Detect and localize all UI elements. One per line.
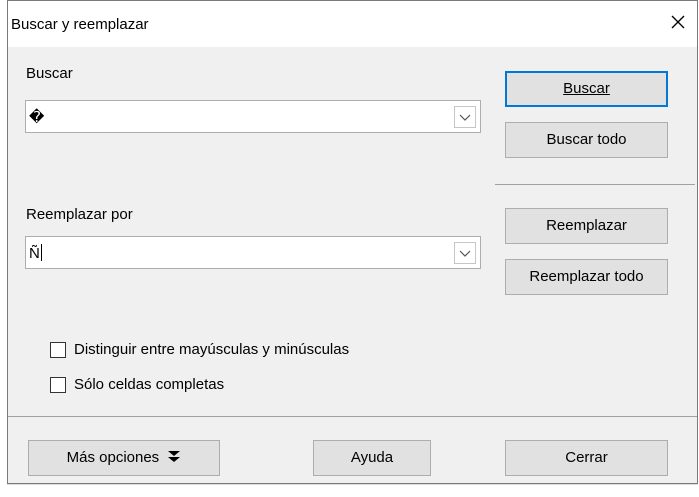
replace-button-label: Reemplazar bbox=[546, 217, 627, 234]
background-spreadsheet-edge bbox=[7, 484, 698, 497]
find-button[interactable]: Buscar bbox=[505, 71, 668, 107]
chevron-down-icon[interactable] bbox=[454, 106, 476, 128]
help-button[interactable]: Ayuda bbox=[313, 440, 431, 476]
more-options-label: Más opciones bbox=[66, 449, 160, 466]
chevron-down-icon[interactable] bbox=[454, 242, 476, 264]
whole-cells-checkbox[interactable] bbox=[50, 377, 66, 393]
find-button-label: Buscar bbox=[563, 80, 610, 97]
replace-combobox[interactable]: Ñ bbox=[25, 236, 481, 269]
find-input-value[interactable]: � bbox=[29, 108, 44, 126]
close-icon[interactable] bbox=[667, 11, 689, 33]
help-button-label: Ayuda bbox=[350, 449, 394, 466]
replace-input-value[interactable]: Ñ bbox=[29, 244, 42, 262]
replace-label: Reemplazar por bbox=[26, 206, 133, 223]
replace-all-button[interactable]: Reemplazar todo bbox=[505, 259, 668, 295]
find-replace-dialog: Buscar y reemplazar Buscar � Buscar Busc… bbox=[7, 0, 698, 484]
replace-value-text: Ñ bbox=[29, 245, 40, 262]
separator bbox=[8, 416, 697, 417]
close-button[interactable]: Cerrar bbox=[505, 440, 668, 476]
find-all-button-label: Buscar todo bbox=[546, 131, 627, 148]
find-combobox[interactable]: � bbox=[25, 100, 481, 133]
text-caret bbox=[40, 244, 42, 261]
double-chevron-down-icon bbox=[168, 451, 181, 462]
whole-cells-label[interactable]: Sólo celdas completas bbox=[74, 376, 224, 393]
separator bbox=[495, 184, 695, 185]
close-button-label: Cerrar bbox=[565, 449, 608, 466]
replace-all-button-label: Reemplazar todo bbox=[529, 268, 644, 285]
match-case-label[interactable]: Distinguir entre mayúsculas y minúsculas bbox=[74, 341, 349, 358]
title-bar: Buscar y reemplazar bbox=[8, 1, 697, 47]
find-all-button[interactable]: Buscar todo bbox=[505, 122, 668, 158]
match-case-checkbox[interactable] bbox=[50, 342, 66, 358]
find-label: Buscar bbox=[26, 65, 73, 82]
replace-button[interactable]: Reemplazar bbox=[505, 208, 668, 244]
dialog-title: Buscar y reemplazar bbox=[11, 16, 149, 33]
more-options-button[interactable]: Más opciones bbox=[28, 440, 220, 476]
